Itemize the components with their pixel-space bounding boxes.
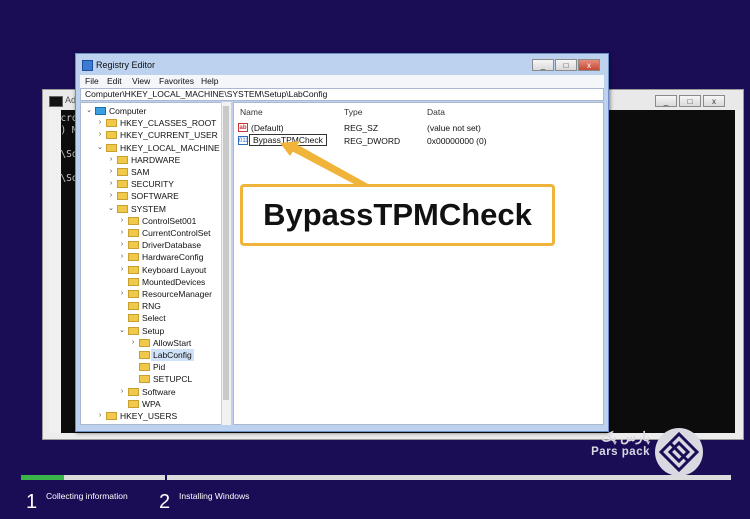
- watermark-english: Pars pack: [591, 446, 650, 458]
- step-1-number: 1: [26, 491, 38, 513]
- setup-progress-track: [21, 475, 731, 480]
- progress-step-divider: [165, 473, 167, 482]
- watermark-text: پارس پک Pars pack: [582, 429, 650, 459]
- step-1-label: Collecting information: [46, 491, 128, 501]
- setup-progress-fill: [21, 475, 64, 480]
- step-2-number: 2: [159, 491, 171, 513]
- step-2-label: Installing Windows: [179, 491, 250, 501]
- callout-label: BypassTPMCheck: [240, 184, 555, 246]
- watermark-persian: پارس پک: [601, 429, 650, 444]
- parspack-logo-icon: [655, 428, 703, 476]
